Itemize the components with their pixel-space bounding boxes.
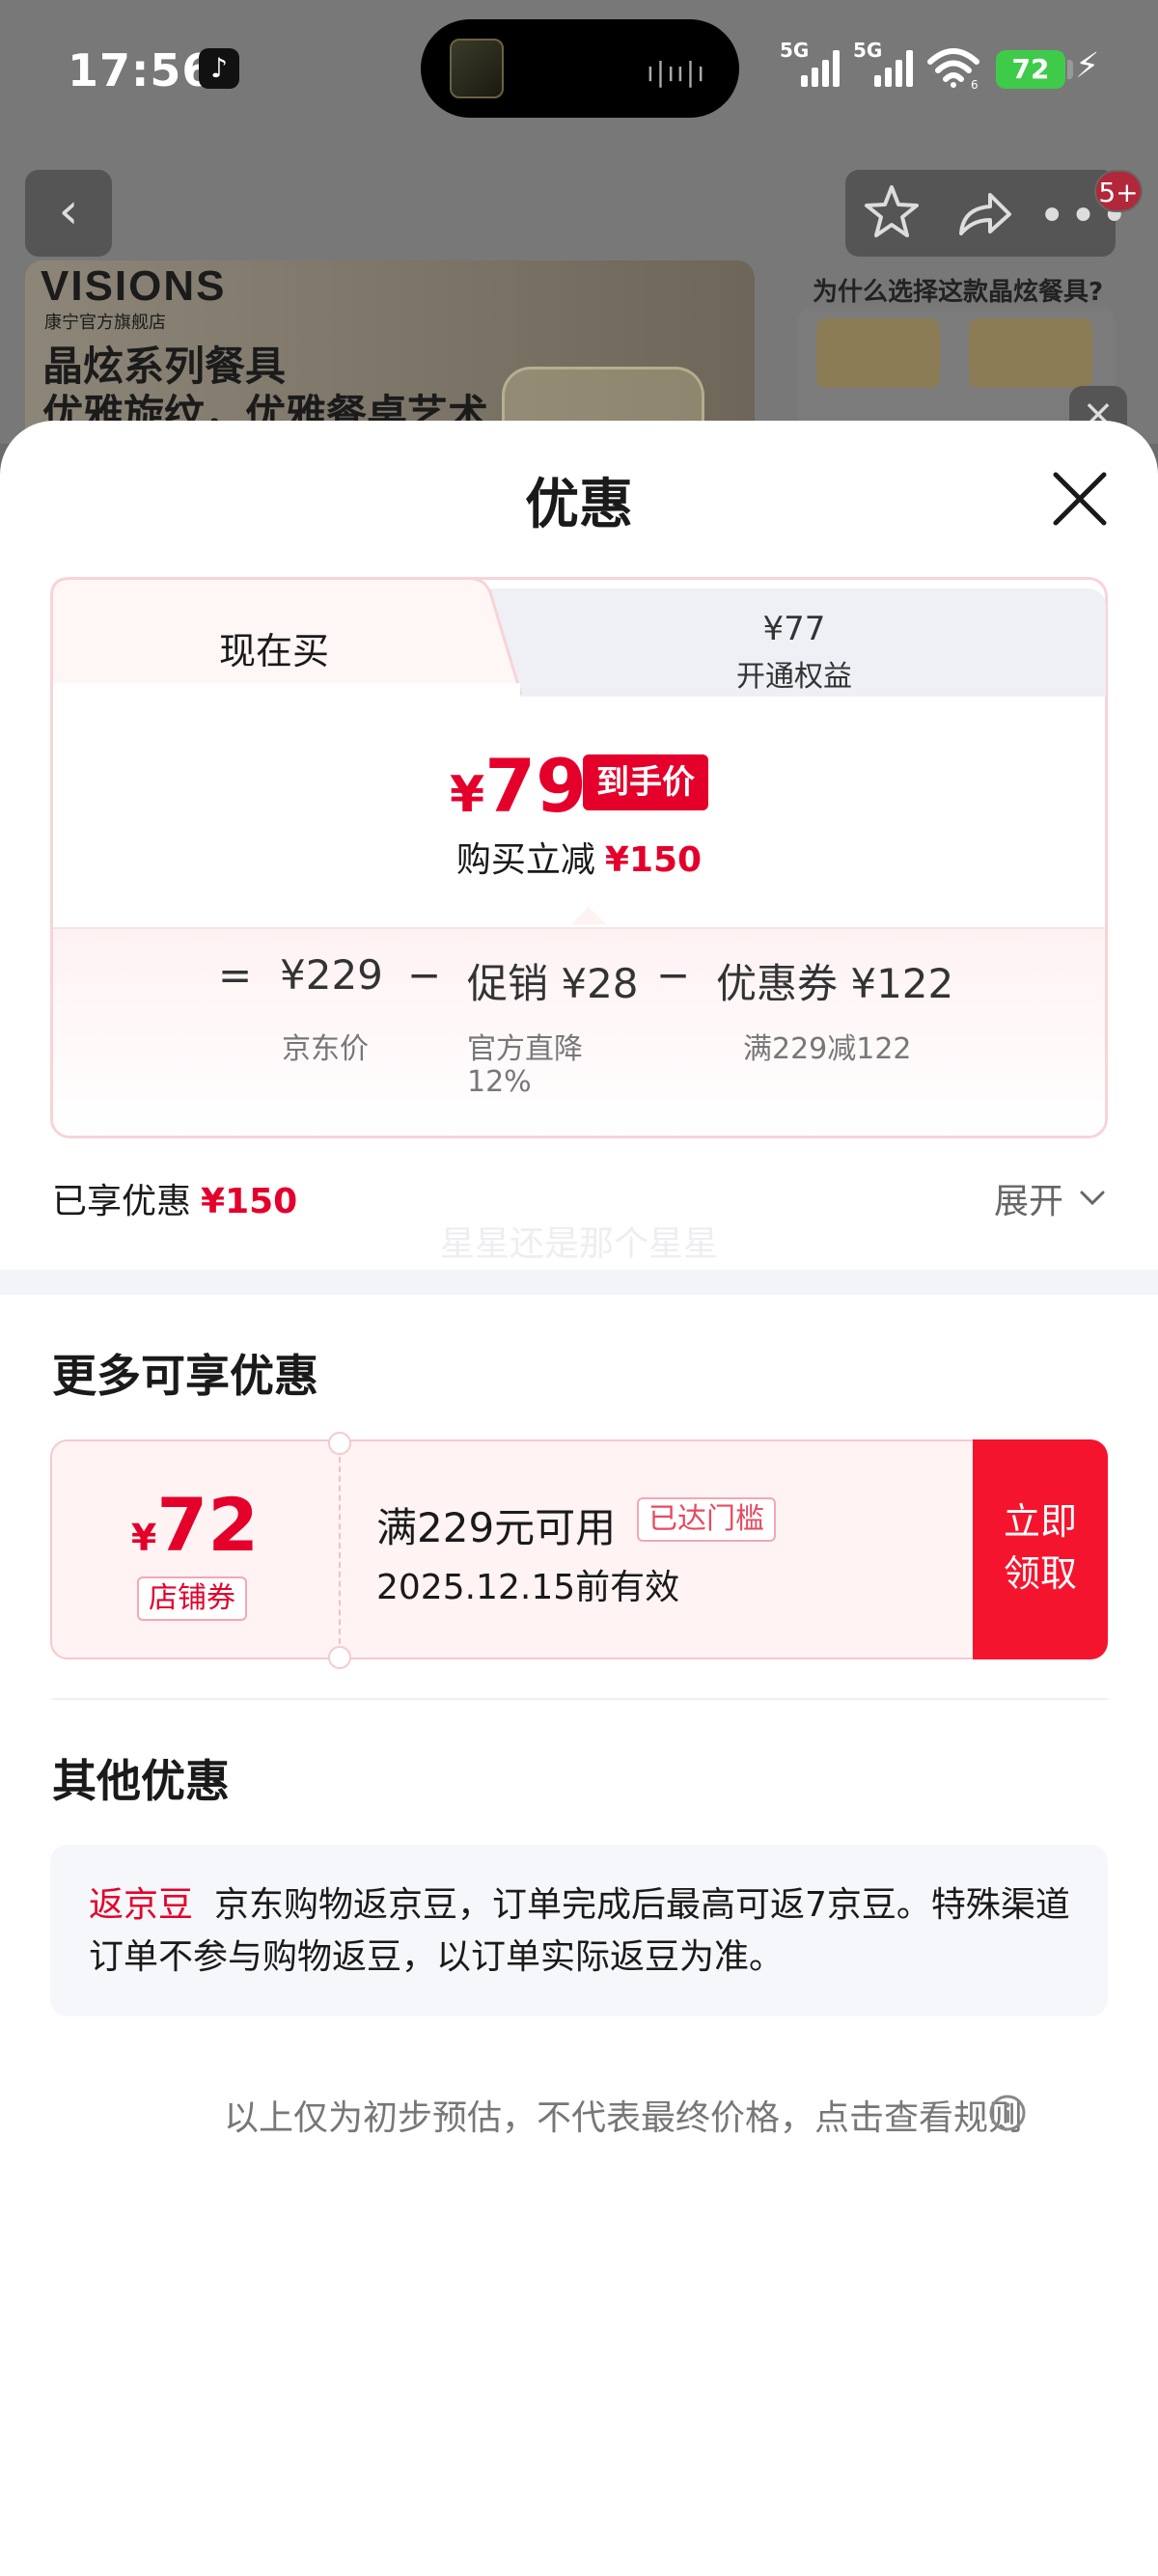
jd-beans-text: 返京豆 京东购物返京豆，订单完成后最高可返7京豆。特殊渠道订单不参与购物返豆，以订… xyxy=(89,1879,1073,1984)
calc-coupon-value: 优惠券 ¥122 xyxy=(716,960,954,1007)
tiktok-icon: ♪ xyxy=(199,48,239,89)
brand-subtitle: 康宁官方旗舰店 xyxy=(44,313,166,333)
product-thumbnail xyxy=(816,318,940,388)
coupon-notch xyxy=(328,1646,351,1669)
tab-member-price: ¥77 xyxy=(762,610,826,648)
section-divider xyxy=(0,1270,1158,1295)
status-time: 17:56 xyxy=(68,44,214,96)
message-count-badge: 5+ xyxy=(1094,170,1143,212)
coupon-threshold-tag: 已达门槛 xyxy=(637,1497,776,1542)
calc-coupon-label: 满229减122 xyxy=(743,1032,912,1066)
background-product-page: 17:56 ♪ ı|ıı|ı 5G 5G 6 72 ⚡ ‹ ••• 5+ VIS… xyxy=(0,0,1158,444)
claim-line-2: 领取 xyxy=(1003,1552,1077,1595)
product-thumbnail xyxy=(969,318,1092,388)
info-icon[interactable] xyxy=(988,2094,1027,2132)
brand-logo: VISIONS xyxy=(41,262,227,310)
signal-bars-icon xyxy=(801,48,840,87)
favorite-star-icon[interactable] xyxy=(857,178,926,247)
more-discounts-title: 更多可享优惠 xyxy=(52,1350,318,1402)
wifi-icon: 6 xyxy=(927,48,979,89)
jd-beans-label: 返京豆 xyxy=(89,1885,194,1925)
calc-promo-percent: 12% xyxy=(467,1065,532,1099)
instant-save-line: 购买立减 ¥150 xyxy=(0,832,1158,882)
save-label: 购买立减 xyxy=(455,840,595,880)
battery-cap xyxy=(1067,60,1073,79)
calc-equals: = xyxy=(218,951,253,999)
other-discounts-title: 其他优惠 xyxy=(52,1755,230,1807)
close-icon[interactable] xyxy=(1048,467,1112,531)
coupon-value: 72 xyxy=(156,1482,260,1568)
coupon-condition: 满229元可用 xyxy=(376,1504,617,1551)
calc-minus: − xyxy=(407,951,442,999)
why-choose-title: 为什么选择这款晶炫餐具? xyxy=(813,278,1104,307)
wifi-badge: 6 xyxy=(971,78,979,89)
sheet-title: 优惠 xyxy=(525,474,633,536)
tab-member-label: 开通权益 xyxy=(736,660,852,694)
divider xyxy=(52,1698,1108,1700)
dynamic-island[interactable]: ı|ıı|ı xyxy=(421,19,739,118)
back-button[interactable]: ‹ xyxy=(25,170,112,257)
coupon-amount: ¥72 xyxy=(50,1482,340,1568)
calc-promo-label: 官方直降 xyxy=(467,1032,583,1066)
calc-base-label: 京东价 xyxy=(282,1032,369,1066)
claim-coupon-button[interactable]: 立即 领取 xyxy=(973,1439,1108,1659)
jd-beans-desc: 京东购物返京豆，订单完成后最高可返7京豆。特殊渠道订单不参与购物返豆，以订单实际… xyxy=(89,1885,1070,1977)
final-price-value: 79 xyxy=(484,743,587,829)
status-bar: 17:56 ♪ ı|ıı|ı 5G 5G 6 72 ⚡ xyxy=(0,0,1158,145)
watermark-text: 星星还是那个星星 xyxy=(439,1224,718,1264)
coupon-type-badge: 店铺券 xyxy=(137,1576,247,1621)
calc-promo-value: 促销 ¥28 xyxy=(467,960,639,1007)
final-price: ¥79 xyxy=(450,743,587,829)
audio-wave-icon: ı|ıı|ı xyxy=(647,56,706,88)
save-amount: ¥150 xyxy=(604,840,703,880)
calc-base-value: ¥229 xyxy=(280,951,383,999)
calc-minus: − xyxy=(656,951,691,999)
charging-bolt-icon: ⚡ xyxy=(1075,46,1100,86)
calculation-caret xyxy=(571,907,606,924)
share-icon[interactable] xyxy=(948,179,1017,249)
chevron-down-icon[interactable] xyxy=(1079,1189,1106,1208)
final-price-badge: 到手价 xyxy=(583,754,708,810)
final-price-symbol: ¥ xyxy=(450,766,485,824)
claim-line-1: 立即 xyxy=(1003,1500,1077,1543)
signal-bars-icon xyxy=(874,48,913,87)
tab-buy-now-label: 现在买 xyxy=(218,630,329,672)
battery-indicator: 72 xyxy=(996,50,1065,89)
coupon-expiry: 2025.12.15前有效 xyxy=(376,1568,680,1607)
coupon-notch xyxy=(328,1432,351,1455)
coupon-symbol: ¥ xyxy=(130,1517,157,1559)
disclaimer-link[interactable]: 以上仅为初步预估，不代表最终价格，点击查看规则 xyxy=(0,2090,1023,2140)
now-playing-thumbnail xyxy=(450,39,504,98)
